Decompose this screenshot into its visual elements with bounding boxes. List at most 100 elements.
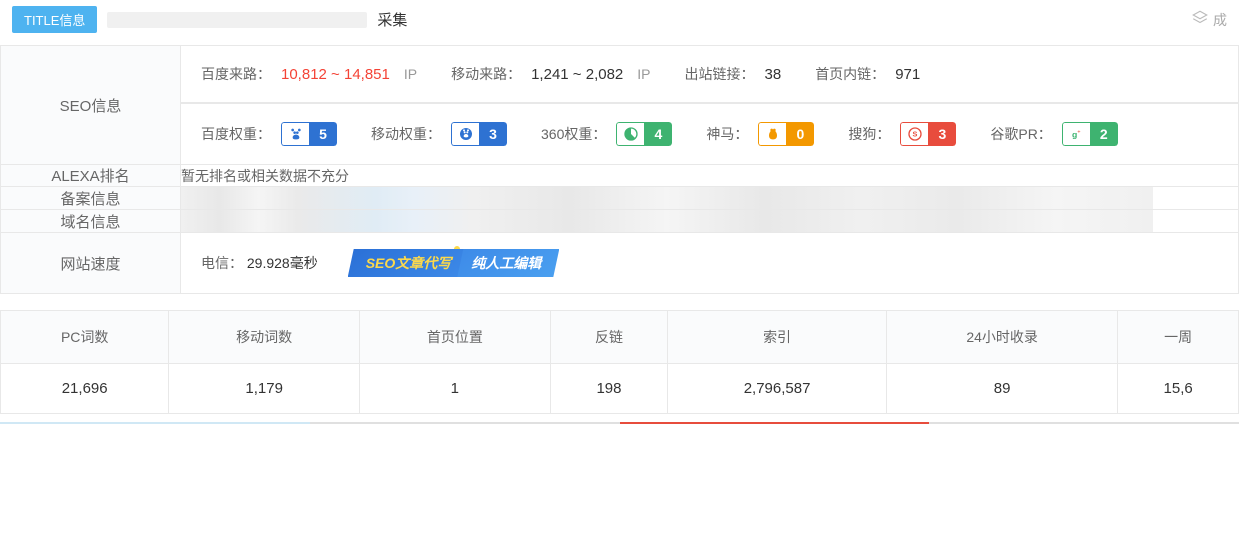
mobile-weight-badge[interactable]: 3 — [451, 122, 507, 146]
google-pr-badge[interactable]: g+ 2 — [1062, 122, 1118, 146]
sogou-weight-label: 搜狗： — [848, 124, 890, 144]
seo-weights-cell: 百度权重： 5 移动权重： 3 — [181, 104, 1239, 165]
icp-label: 备案信息 — [1, 187, 181, 210]
stats-value[interactable]: 1 — [360, 364, 551, 414]
speed-isp-label: 电信： — [201, 255, 243, 271]
stats-value[interactable]: 1,179 — [169, 364, 360, 414]
speed-cell: 电信： 29.928毫秒 SEO文章代写 纯人工编辑 — [181, 233, 1239, 294]
mobile-traffic-label: 移动来路： — [451, 64, 521, 84]
sogou-icon: S — [900, 122, 928, 146]
stats-table: PC词数 移动词数 首页位置 反链 索引 24小时收录 一周 21,696 1,… — [0, 310, 1239, 414]
shenma-weight-badge[interactable]: 0 — [758, 122, 814, 146]
alexa-value: 暂无排名或相关数据不充分 — [181, 165, 1239, 187]
alexa-label: ALEXA排名 — [1, 165, 181, 187]
google-pr-label: 谷歌PR： — [990, 124, 1051, 144]
title-badge: TITLE信息 — [12, 6, 97, 33]
speed-row: 网站速度 电信： 29.928毫秒 SEO文章代写 纯人工编辑 — [1, 233, 1239, 294]
redacted-content — [181, 210, 1153, 232]
stats-header[interactable]: 移动词数 — [169, 311, 360, 364]
mobile-weight: 移动权重： 3 — [371, 122, 507, 146]
home-inlinks-label: 首页内链： — [815, 64, 885, 84]
domain-value — [181, 210, 1239, 233]
baidu-traffic-value[interactable]: 10,812 ~ 14,851 — [281, 66, 390, 83]
360-weight-badge[interactable]: 4 — [616, 122, 672, 146]
icp-row: 备案信息 — [1, 187, 1239, 210]
header-right-button[interactable]: 成 — [1191, 9, 1227, 30]
stats-header[interactable]: PC词数 — [1, 311, 169, 364]
stats-header[interactable]: 24小时收录 — [886, 311, 1117, 364]
domain-row: 域名信息 — [1, 210, 1239, 233]
accent-segment — [310, 422, 620, 424]
seo-label: SEO信息 — [1, 46, 181, 165]
mobile-traffic: 移动来路： 1,241 ~ 2,082 IP — [451, 64, 650, 84]
promo-left-text: SEO文章代写 — [348, 249, 466, 277]
stats-header[interactable]: 索引 — [668, 311, 887, 364]
baidu-paw-icon — [281, 122, 309, 146]
mobile-traffic-value[interactable]: 1,241 ~ 2,082 — [531, 66, 623, 83]
360-weight: 360权重： 4 — [541, 122, 672, 146]
shenma-weight-value: 0 — [786, 122, 814, 146]
accent-segment — [620, 422, 930, 424]
seo-weights-row: 百度权重： 5 移动权重： 3 — [1, 104, 1239, 165]
outlinks-label: 出站链接： — [685, 64, 755, 84]
seo-row: SEO信息 百度来路： 10,812 ~ 14,851 IP 移动来路： 1,2… — [1, 46, 1239, 104]
stats-value-row: 21,696 1,179 1 198 2,796,587 89 15,6 — [1, 364, 1239, 414]
stats-value[interactable]: 15,6 — [1118, 364, 1239, 414]
accent-segment — [929, 422, 1239, 424]
360-icon — [616, 122, 644, 146]
redacted-content — [181, 187, 1153, 209]
google-icon: g+ — [1062, 122, 1090, 146]
title-masked — [107, 12, 367, 28]
shenma-weight-label: 神马： — [706, 124, 748, 144]
svg-text:g: g — [1072, 129, 1077, 139]
speed-text: 电信： 29.928毫秒 — [201, 253, 318, 273]
icp-value — [181, 187, 1239, 210]
alexa-row: ALEXA排名 暂无排名或相关数据不充分 — [1, 165, 1239, 187]
baidu-weight-label: 百度权重： — [201, 124, 271, 144]
promo-right-text: 纯人工编辑 — [457, 249, 559, 277]
accent-segment — [0, 422, 310, 424]
stats-value[interactable]: 2,796,587 — [668, 364, 887, 414]
home-inlinks: 首页内链： 971 — [815, 64, 920, 84]
stats-value[interactable]: 198 — [550, 364, 668, 414]
360-weight-label: 360权重： — [541, 124, 606, 144]
baidu-traffic-label: 百度来路： — [201, 64, 271, 84]
domain-label: 域名信息 — [1, 210, 181, 233]
baidu-mobile-icon — [451, 122, 479, 146]
baidu-traffic: 百度来路： 10,812 ~ 14,851 IP — [201, 64, 417, 84]
outlinks-value[interactable]: 38 — [765, 66, 782, 83]
promo-badge[interactable]: SEO文章代写 纯人工编辑 — [348, 249, 560, 277]
speed-label: 网站速度 — [1, 233, 181, 294]
360-weight-value: 4 — [644, 122, 672, 146]
mobile-weight-label: 移动权重： — [371, 124, 441, 144]
home-inlinks-value[interactable]: 971 — [895, 66, 920, 83]
svg-text:S: S — [912, 130, 917, 139]
ip-suffix: IP — [637, 66, 650, 82]
shenma-icon — [758, 122, 786, 146]
stats-header[interactable]: 首页位置 — [360, 311, 551, 364]
svg-text:+: + — [1078, 129, 1081, 135]
stats-header[interactable]: 反链 — [550, 311, 668, 364]
google-pr-value: 2 — [1090, 122, 1118, 146]
stats-value[interactable]: 89 — [886, 364, 1117, 414]
stats-header[interactable]: 一周 — [1118, 311, 1239, 364]
info-table: SEO信息 百度来路： 10,812 ~ 14,851 IP 移动来路： 1,2… — [0, 45, 1239, 294]
ip-suffix: IP — [404, 66, 417, 82]
stats-value[interactable]: 21,696 — [1, 364, 169, 414]
title-suffix: 采集 — [377, 9, 407, 30]
stack-icon — [1191, 9, 1209, 30]
header-right-label: 成 — [1213, 10, 1227, 30]
mobile-weight-value: 3 — [479, 122, 507, 146]
sogou-weight-badge[interactable]: S 3 — [900, 122, 956, 146]
stats-header-row: PC词数 移动词数 首页位置 反链 索引 24小时收录 一周 — [1, 311, 1239, 364]
baidu-weight-badge[interactable]: 5 — [281, 122, 337, 146]
google-pr: 谷歌PR： g+ 2 — [990, 122, 1117, 146]
title-bar: TITLE信息 采集 成 — [0, 0, 1239, 39]
seo-traffic-cell: 百度来路： 10,812 ~ 14,851 IP 移动来路： 1,241 ~ 2… — [181, 46, 1239, 104]
shenma-weight: 神马： 0 — [706, 122, 814, 146]
speed-value: 29.928毫秒 — [247, 255, 318, 271]
outlinks: 出站链接： 38 — [685, 64, 782, 84]
baidu-weight: 百度权重： 5 — [201, 122, 337, 146]
bottom-accent — [0, 422, 1239, 424]
sogou-weight: 搜狗： S 3 — [848, 122, 956, 146]
